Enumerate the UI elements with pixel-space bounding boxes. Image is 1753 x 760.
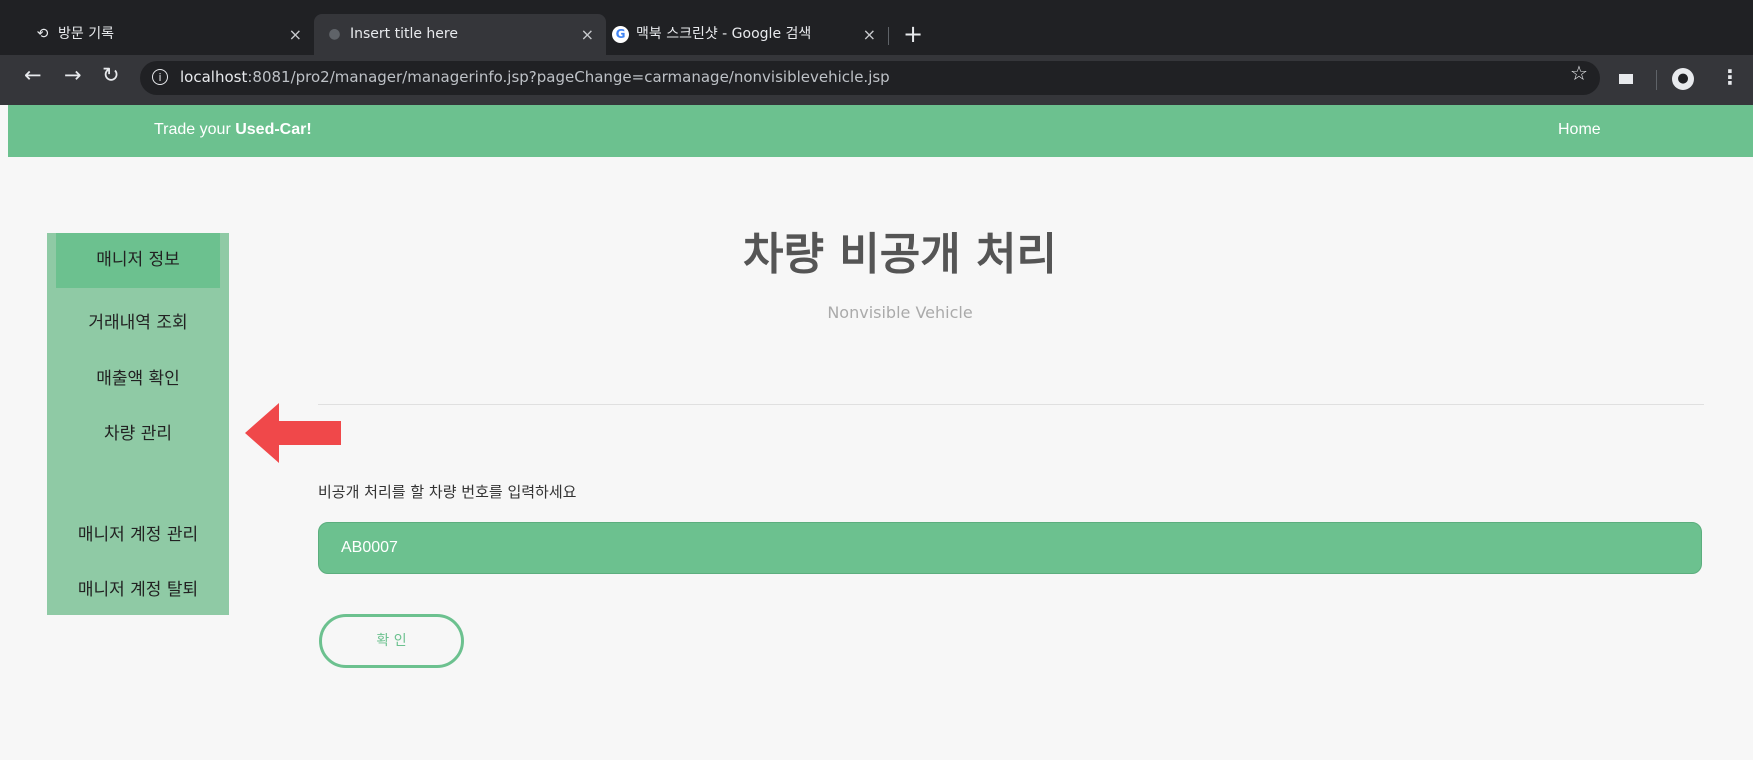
confirm-button[interactable]: 확 인 bbox=[319, 614, 464, 668]
bookmark-star-icon[interactable]: ☆ bbox=[1570, 61, 1588, 85]
omnibox[interactable]: i localhost:8081/pro2/manager/managerinf… bbox=[140, 61, 1600, 95]
address-toolbar: ← → ↻ i localhost:8081/pro2/manager/mana… bbox=[0, 55, 1753, 105]
browser-tab-bar: ⟲ 방문 기록 × ● Insert title here × G 맥북 스크린… bbox=[0, 0, 1753, 55]
vehicle-number-label: 비공개 처리를 할 차량 번호를 입력하세요 bbox=[318, 483, 577, 501]
tab-history[interactable]: ⟲ 방문 기록 × bbox=[22, 14, 314, 55]
brand-link[interactable]: Trade your Used-Car! bbox=[154, 121, 312, 139]
more-menu-icon[interactable]: ⋮ bbox=[1720, 65, 1740, 89]
tab-title: 맥북 스크린샷 - Google 검색 bbox=[636, 26, 812, 42]
tab-separator bbox=[888, 27, 889, 45]
sidebar-item-account-delete[interactable]: 매니저 계정 탈퇴 bbox=[47, 575, 229, 600]
vehicle-number-input[interactable]: AB0007 bbox=[318, 522, 1702, 574]
info-icon[interactable]: i bbox=[152, 69, 168, 85]
sidebar-item-transactions[interactable]: 거래내역 조회 bbox=[47, 308, 229, 333]
tab-insert-title[interactable]: ● Insert title here × bbox=[314, 14, 606, 55]
account-icon[interactable]: ● bbox=[1672, 68, 1694, 90]
forward-icon[interactable]: → bbox=[64, 63, 82, 87]
site-header: Trade your Used-Car! Home bbox=[8, 105, 1753, 157]
globe-icon: ● bbox=[328, 26, 341, 42]
google-icon: G bbox=[612, 26, 629, 43]
close-icon[interactable]: × bbox=[289, 14, 302, 55]
tab-title: Insert title here bbox=[350, 26, 458, 42]
manager-sidebar: 매니저 정보 거래내역 조회 매출액 확인 차량 관리 매니저 계정 관리 매니… bbox=[47, 233, 229, 615]
back-icon[interactable]: ← bbox=[24, 63, 42, 87]
red-arrow-icon bbox=[245, 403, 341, 463]
url-text[interactable]: localhost:8081/pro2/manager/managerinfo.… bbox=[180, 68, 890, 86]
history-icon: ⟲ bbox=[36, 26, 49, 42]
close-icon[interactable]: × bbox=[581, 14, 594, 55]
sidebar-item-vehicle-management[interactable]: 차량 관리 bbox=[47, 419, 229, 444]
tab-title: 방문 기록 bbox=[58, 26, 114, 42]
new-tab-button[interactable]: + bbox=[903, 14, 923, 55]
home-link[interactable]: Home bbox=[1558, 121, 1601, 139]
page-subtitle: Nonvisible Vehicle bbox=[827, 303, 973, 322]
extension-icon[interactable] bbox=[1619, 74, 1633, 84]
toolbar-separator bbox=[1656, 70, 1657, 90]
close-icon[interactable]: × bbox=[863, 14, 876, 55]
divider bbox=[318, 404, 1704, 405]
page-title: 차량 비공개 처리 bbox=[743, 229, 1057, 280]
sidebar-item-account-management[interactable]: 매니저 계정 관리 bbox=[47, 520, 229, 545]
tab-google-search[interactable]: G 맥북 스크린샷 - Google 검색 × bbox=[600, 14, 888, 55]
sidebar-item-sales[interactable]: 매출액 확인 bbox=[47, 364, 229, 389]
sidebar-item-manager-info[interactable]: 매니저 정보 bbox=[56, 233, 220, 288]
reload-icon[interactable]: ↻ bbox=[102, 63, 120, 87]
